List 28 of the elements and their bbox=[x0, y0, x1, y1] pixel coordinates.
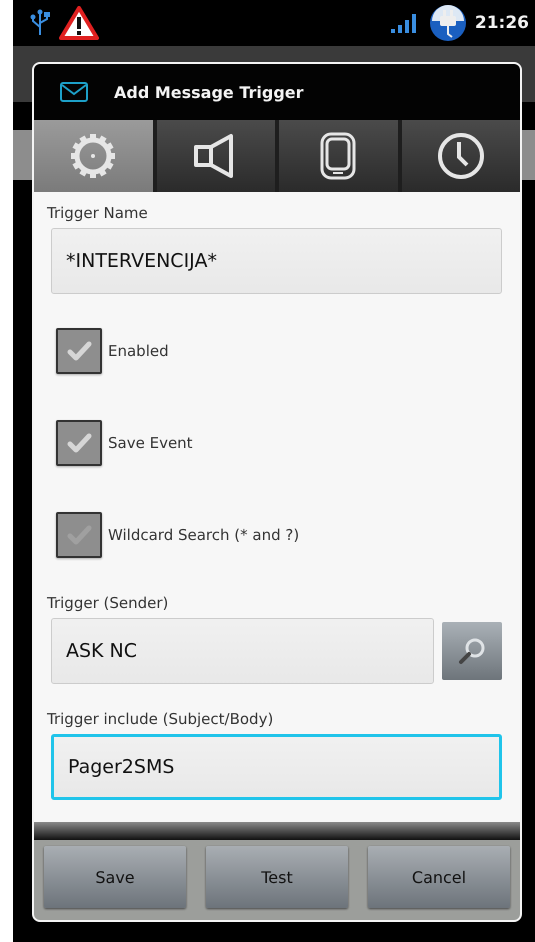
dialog-button[interactable]: Save bbox=[44, 846, 186, 908]
field-label: Trigger Name bbox=[47, 204, 148, 222]
phone-icon bbox=[320, 132, 356, 180]
envelope-icon bbox=[60, 82, 88, 102]
field-label: Trigger include (Subject/Body) bbox=[47, 710, 274, 728]
checkbox-label: Wildcard Search (* and ?) bbox=[108, 526, 300, 544]
trigger-sender-field[interactable]: ASK NC bbox=[51, 618, 434, 684]
checkbox[interactable] bbox=[56, 328, 102, 374]
tab[interactable] bbox=[156, 120, 275, 192]
search-icon bbox=[457, 636, 487, 666]
search-button[interactable] bbox=[442, 622, 502, 680]
trigger-name-field[interactable]: *INTERVENCIJA* bbox=[51, 228, 502, 294]
dialog-button[interactable]: Test bbox=[206, 846, 348, 908]
plug-icon bbox=[428, 4, 467, 42]
checkbox-label: Enabled bbox=[108, 342, 169, 360]
trigger-include-field[interactable]: Pager2SMS bbox=[51, 734, 502, 800]
checkbox-label: Save Event bbox=[108, 434, 193, 452]
warning-icon bbox=[59, 6, 99, 40]
dialog-title: Add Message Trigger bbox=[114, 82, 304, 102]
dialog-button[interactable]: Cancel bbox=[368, 846, 510, 908]
usb-icon bbox=[29, 9, 51, 37]
clock-icon bbox=[436, 132, 485, 180]
tab[interactable] bbox=[279, 120, 398, 192]
tab[interactable] bbox=[402, 120, 520, 192]
field-label: Trigger (Sender) bbox=[47, 594, 168, 612]
gear-icon bbox=[69, 132, 118, 180]
checkbox[interactable] bbox=[56, 420, 102, 466]
clock-time: 21:26 bbox=[474, 13, 529, 33]
